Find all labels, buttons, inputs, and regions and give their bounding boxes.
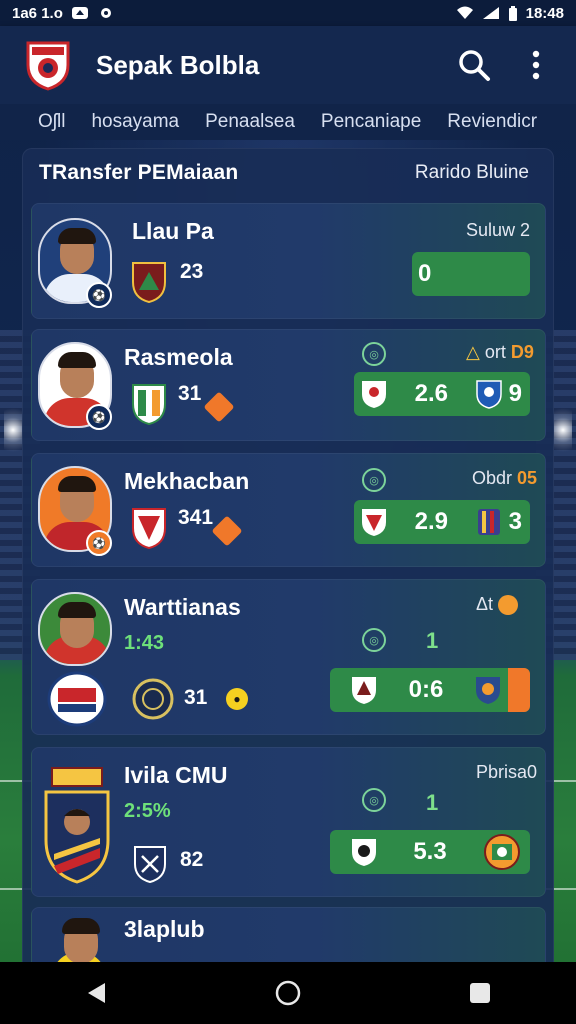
wifi-icon [456, 6, 474, 20]
status-highlight: 05 [517, 468, 538, 488]
value-box-accent [508, 668, 530, 712]
notification-icon [71, 6, 89, 20]
rating-icon: ● [226, 688, 248, 710]
transfer-panel: TRansfer PEMaiaan Rarido Bluine ⚽ Llau P… [22, 148, 554, 980]
away-club-icon [474, 675, 502, 705]
player-number: 31 [184, 686, 208, 709]
player-row[interactable]: ⚽ Llau Pa 23 Suluw 2 0 [31, 203, 546, 319]
rating-icon [203, 391, 235, 423]
player-number: 82 [180, 848, 204, 871]
player-percent: 2:5% [124, 800, 171, 822]
player-row[interactable]: ⚽ Mekhacban 341 ◎ Obdr 05 2.9 3 [31, 453, 546, 567]
rating-icon [211, 515, 243, 547]
home-club-icon [350, 675, 378, 705]
player-count: 1 [426, 790, 439, 815]
value-box[interactable]: 0:6 [330, 668, 530, 712]
app-bar: Sepak Bolbla [0, 26, 576, 104]
player-name: 3laplub [124, 916, 205, 942]
status-prefix: ort [484, 342, 506, 362]
value-box[interactable]: 0 [412, 252, 530, 296]
panel-header: TRansfer PEMaiaan Rarido Bluine [39, 161, 529, 185]
club-crest-icon [130, 506, 168, 550]
info-circle-icon: ◎ [362, 468, 386, 492]
away-club-icon [475, 379, 503, 409]
player-avatar [38, 592, 112, 666]
value-box-value: 5.3 [413, 838, 447, 865]
status-badge-icon [498, 595, 519, 616]
home-club-icon [360, 507, 388, 537]
player-status-label: △ ort D9 [466, 342, 534, 362]
tab-all[interactable]: Oʃll [38, 111, 65, 133]
club-mini-badge: ⚽ [86, 282, 112, 308]
player-number: 31 [178, 382, 202, 405]
away-club-icon [482, 832, 522, 872]
player-row[interactable]: ⚽ Rasmeola 31 ◎ △ ort D9 2.6 9 [31, 329, 546, 441]
player-status-label: Δt [476, 594, 519, 616]
club-crest-icon [130, 260, 168, 304]
club-crest-icon [130, 382, 168, 426]
club-mini-badge: ⚽ [86, 404, 112, 430]
home-club-icon [350, 837, 378, 867]
stadium-light-right [554, 400, 572, 460]
value-box[interactable]: 2.6 9 [354, 372, 530, 416]
recents-icon[interactable] [460, 973, 500, 1013]
away-club-icon [475, 507, 503, 537]
info-circle-icon: ◎ [362, 342, 386, 366]
team-crest-logo[interactable] [24, 39, 72, 91]
value-box-value: 2.6 [414, 380, 448, 407]
player-count: 1 [426, 628, 439, 653]
player-name: Llau Pa [132, 218, 214, 244]
value-box-value: 0:6 [408, 676, 444, 703]
battery-icon [508, 6, 518, 21]
club-badge-large-icon [46, 670, 108, 728]
info-circle-icon: ◎ [362, 788, 386, 812]
app-title: Sepak Bolbla [96, 49, 260, 80]
system-nav-bar [0, 962, 576, 1024]
player-name: Ivila CMU [124, 762, 228, 788]
tab-bar: Oʃll hosayama Penaalsea Pencaniape Revie… [0, 104, 576, 140]
signal-icon [482, 6, 500, 20]
value-box[interactable]: 2.9 3 [354, 500, 530, 544]
more-vert-icon[interactable] [516, 45, 556, 85]
info-circle-icon: ◎ [362, 628, 386, 652]
player-name: Mekhacban [124, 468, 250, 494]
tab-pencaniape[interactable]: Pencaniape [321, 111, 421, 133]
value-box-right: 9 [508, 380, 522, 407]
tab-penaalsea[interactable]: Penaalsea [205, 111, 295, 133]
home-icon[interactable] [268, 973, 308, 1013]
player-name: Rasmeola [124, 344, 233, 370]
home-club-icon [360, 379, 388, 409]
club-mini-badge: ⚽ [86, 530, 112, 556]
status-highlight: D9 [510, 342, 534, 362]
stadium-light-left [4, 400, 22, 460]
banner-badge-icon [46, 766, 108, 788]
player-status-label: Obdr 05 [472, 468, 537, 489]
player-status-label: Suluw 2 [466, 220, 531, 240]
search-icon[interactable] [454, 45, 494, 85]
club-crest-icon [132, 844, 168, 884]
panel-filter-label[interactable]: Rarido Bluine [415, 162, 529, 184]
player-shield-avatar [42, 788, 112, 884]
value-box-right: 3 [508, 508, 522, 535]
value-box-value: 0 [418, 260, 432, 287]
tab-hosayama[interactable]: hosayama [91, 111, 179, 133]
club-crest-icon [132, 678, 174, 720]
status-time-left: 1a6 1.o [12, 4, 63, 22]
value-box-value: 2.9 [414, 508, 448, 535]
status-bar: 1a6 1.o 18:48 [0, 0, 576, 26]
player-row[interactable]: Ivila CMU 2:5% 82 ◎ 1 Pbrisa0 5.3 [31, 747, 546, 897]
player-row[interactable]: Warttianas 1:43 31 ● ◎ 1 Δt 0:6 [31, 579, 546, 735]
player-number: 23 [180, 260, 204, 283]
tab-reviendicr[interactable]: Reviendicr [447, 111, 537, 133]
back-icon[interactable] [76, 973, 116, 1013]
cast-icon [97, 6, 115, 20]
player-number: 341 [178, 506, 214, 529]
player-status-label: Pbrisa0 [476, 762, 538, 782]
status-prefix: Obdr [472, 468, 513, 488]
status-time-right: 18:48 [525, 4, 564, 22]
value-box[interactable]: 5.3 [330, 830, 530, 874]
player-percent: 1:43 [124, 632, 165, 654]
panel-title: TRansfer PEMaiaan [39, 161, 239, 184]
player-name: Warttianas [124, 594, 241, 620]
